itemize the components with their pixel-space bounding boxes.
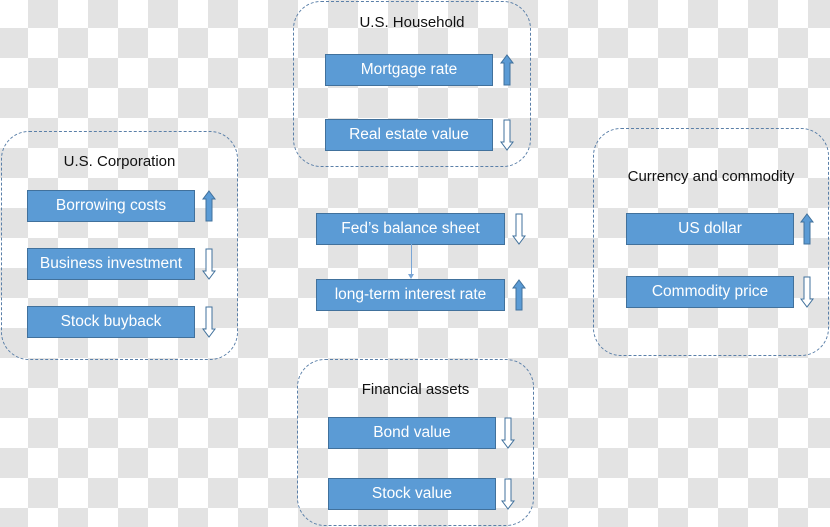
panel-title: Financial assets (361, 381, 470, 398)
factor-box: Bond value (328, 417, 496, 449)
factor-box: Fed’s balance sheet (316, 213, 505, 245)
factor-box: Stock buyback (27, 306, 195, 338)
arrow-down-icon (202, 306, 216, 338)
arrow-down-icon (800, 276, 814, 308)
factor-box: Mortgage rate (325, 54, 493, 86)
arrow-down-icon (512, 213, 526, 245)
arrow-down-icon (501, 417, 515, 449)
panel-title: U.S. Corporation (63, 153, 176, 170)
panel-title: U.S. Household (359, 14, 465, 31)
arrow-down-icon (202, 248, 216, 280)
factor-box: Real estate value (325, 119, 493, 151)
arrow-down-icon (501, 478, 515, 510)
factor-box: Stock value (328, 478, 496, 510)
connector-arrow (408, 244, 414, 279)
arrow-down-icon (500, 119, 514, 151)
panel-title: Currency and commodity (627, 168, 795, 185)
factor-box: Commodity price (626, 276, 794, 308)
arrow-up-icon (202, 190, 216, 222)
factor-box: Borrowing costs (27, 190, 195, 222)
factor-box: long-term interest rate (316, 279, 505, 311)
factor-box: US dollar (626, 213, 794, 245)
arrow-up-icon (512, 279, 526, 311)
arrow-up-icon (800, 213, 814, 245)
factor-box: Business investment (27, 248, 195, 280)
arrow-up-icon (500, 54, 514, 86)
